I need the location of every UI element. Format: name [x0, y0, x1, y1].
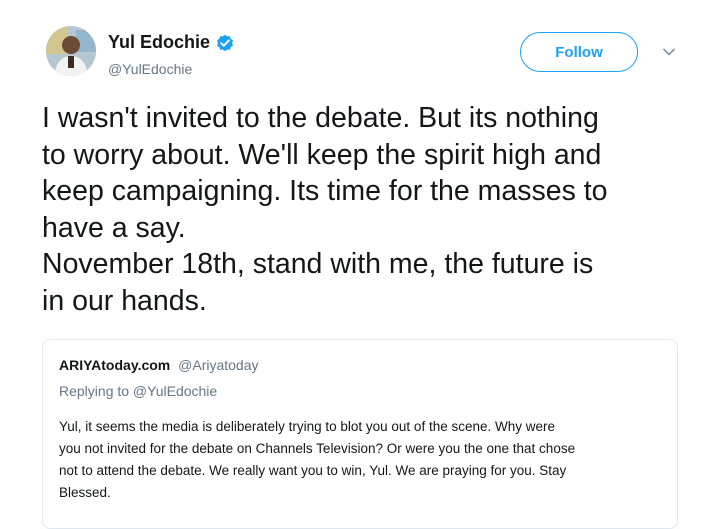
follow-button[interactable]: Follow	[520, 32, 638, 72]
tweet-text-line: I wasn't invited to the debate. But its …	[42, 102, 599, 134]
quoted-text-line: you not invited for the debate on Channe…	[59, 441, 576, 456]
tweet-text: I wasn't invited to the debate. But its …	[42, 100, 702, 319]
tweet-text-line: keep campaigning. Its time for the masse…	[42, 175, 608, 207]
quoted-author-name: ARIYAtoday.com	[59, 357, 171, 373]
replying-to-label: Replying to @YulEdochie	[59, 383, 218, 399]
quoted-text-line: Yul, it seems the media is deliberately …	[59, 419, 555, 434]
quoted-text-line: Blessed.	[59, 485, 111, 500]
author-name-row: Yul Edochie	[108, 32, 234, 53]
author-handle[interactable]: @YulEdochie	[108, 61, 192, 77]
chevron-down-icon[interactable]	[662, 44, 676, 56]
quoted-tweet-header: ARIYAtoday.com @Ariyatoday	[59, 357, 259, 373]
quoted-author-handle: @Ariyatoday	[178, 357, 259, 373]
avatar[interactable]	[46, 26, 96, 76]
quoted-text-line: not to attend the debate. We really want…	[59, 463, 567, 478]
tweet-text-line: November 18th, stand with me, the future…	[42, 248, 594, 280]
tweet-text-line: to worry about. We'll keep the spirit hi…	[42, 138, 602, 171]
quoted-tweet[interactable]: ARIYAtoday.com @Ariyatoday Replying to @…	[42, 339, 678, 529]
tweet-text-line: in our hands.	[42, 284, 207, 317]
author-display-name[interactable]: Yul Edochie	[108, 32, 210, 53]
quoted-tweet-text: Yul, it seems the media is deliberately …	[59, 416, 669, 504]
tweet-card: Yul Edochie @YulEdochie Follow I wasn't …	[0, 0, 715, 529]
verified-badge-icon	[216, 34, 234, 52]
tweet-text-line: have a say.	[42, 211, 186, 244]
